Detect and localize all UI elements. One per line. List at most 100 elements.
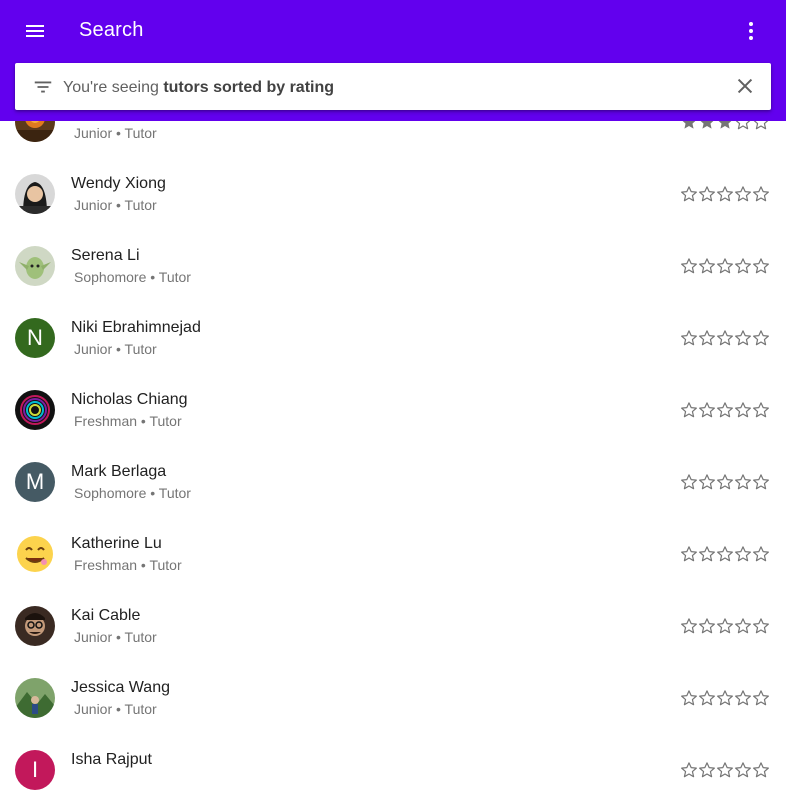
tutor-subtitle: Junior • Tutor: [74, 629, 157, 645]
star-outline-icon: [752, 401, 770, 419]
star-outline-icon: [752, 185, 770, 203]
search-status-prefix: You're seeing: [63, 79, 164, 96]
star-outline-icon: [680, 689, 698, 707]
star-outline-icon: [680, 185, 698, 203]
tutor-row[interactable]: Jessica Wang Junior • Tutor: [0, 662, 786, 734]
star-outline-icon: [716, 473, 734, 491]
filter-list-icon[interactable]: [32, 76, 54, 98]
star-outline-icon: [698, 257, 716, 275]
star-outline-icon: [734, 185, 752, 203]
avatar: [15, 678, 55, 718]
star-outline-icon: [698, 761, 716, 779]
rating-stars: [680, 545, 770, 563]
avatar: [15, 390, 55, 430]
tutor-row[interactable]: Katherine Lu Freshman • Tutor: [0, 518, 786, 590]
tutor-subtitle: Junior • Tutor: [74, 701, 157, 717]
rating-stars: [680, 185, 770, 203]
star-outline-icon: [752, 617, 770, 635]
tutor-subtitle: Junior • Tutor: [74, 125, 157, 141]
star-outline-icon: [698, 473, 716, 491]
rating-stars: [680, 257, 770, 275]
star-outline-icon: [752, 257, 770, 275]
avatar: [15, 174, 55, 214]
star-outline-icon: [698, 185, 716, 203]
search-query: tutors sorted by rating: [163, 79, 335, 96]
avatar: M: [15, 462, 55, 502]
menu-icon[interactable]: [23, 19, 47, 43]
star-outline-icon: [698, 617, 716, 635]
search-status-bar: You're seeing tutors sorted by rating: [15, 63, 771, 110]
tutor-name: Isha Rajput: [71, 751, 152, 768]
tutor-name: Wendy Xiong: [71, 175, 166, 192]
star-outline-icon: [680, 329, 698, 347]
avatar-initial: I: [31, 757, 39, 782]
more-vert-icon[interactable]: [739, 19, 763, 43]
avatar: [15, 606, 55, 646]
rating-stars: [680, 761, 770, 779]
star-outline-icon: [734, 761, 752, 779]
search-status-text: You're seeing tutors sorted by rating: [63, 79, 334, 97]
star-outline-icon: [698, 545, 716, 563]
star-outline-icon: [716, 761, 734, 779]
tutor-row[interactable]: Kai Cable Junior • Tutor: [0, 590, 786, 662]
star-outline-icon: [716, 617, 734, 635]
avatar: [15, 534, 55, 574]
star-outline-icon: [734, 401, 752, 419]
tutor-list: Junior • Tutor Wendy Xiong Junior • Tutor S…: [0, 86, 786, 806]
star-outline-icon: [734, 329, 752, 347]
tutor-name: Katherine Lu: [71, 535, 162, 552]
tutor-name: Kai Cable: [71, 607, 141, 624]
tutor-row[interactable]: Wendy Xiong Junior • Tutor: [0, 158, 786, 230]
avatar: N: [15, 318, 55, 358]
star-outline-icon: [716, 401, 734, 419]
page-title: Search: [79, 19, 144, 41]
tutor-name: Niki Ebrahimnejad: [71, 319, 201, 336]
star-outline-icon: [734, 689, 752, 707]
star-outline-icon: [734, 473, 752, 491]
star-outline-icon: [716, 689, 734, 707]
tutor-subtitle: Sophomore • Tutor: [74, 485, 191, 501]
tutor-name: Jessica Wang: [71, 679, 170, 696]
tutor-row[interactable]: Serena Li Sophomore • Tutor: [0, 230, 786, 302]
tutor-subtitle: Sophomore • Tutor: [74, 269, 191, 285]
tutor-name: Nicholas Chiang: [71, 391, 188, 408]
avatar-initial: N: [27, 325, 43, 350]
star-outline-icon: [680, 545, 698, 563]
avatar-initial: M: [25, 469, 45, 494]
rating-stars: [680, 689, 770, 707]
star-outline-icon: [752, 545, 770, 563]
star-outline-icon: [698, 329, 716, 347]
rating-stars: [680, 617, 770, 635]
tutor-row[interactable]: N Niki Ebrahimnejad Junior • Tutor: [0, 302, 786, 374]
star-outline-icon: [752, 329, 770, 347]
star-outline-icon: [716, 545, 734, 563]
tutor-name: Serena Li: [71, 247, 140, 264]
star-outline-icon: [680, 617, 698, 635]
star-outline-icon: [734, 545, 752, 563]
tutor-subtitle: Freshman • Tutor: [74, 413, 182, 429]
tutor-subtitle: Junior • Tutor: [74, 341, 157, 357]
rating-stars: [680, 401, 770, 419]
star-outline-icon: [716, 329, 734, 347]
star-outline-icon: [752, 473, 770, 491]
avatar: I: [15, 750, 55, 790]
star-outline-icon: [752, 689, 770, 707]
star-outline-icon: [734, 257, 752, 275]
tutor-name: Mark Berlaga: [71, 463, 167, 480]
close-icon[interactable]: [734, 75, 756, 97]
avatar: [15, 246, 55, 286]
star-outline-icon: [680, 257, 698, 275]
star-outline-icon: [698, 689, 716, 707]
star-outline-icon: [716, 257, 734, 275]
star-outline-icon: [698, 401, 716, 419]
rating-stars: [680, 473, 770, 491]
tutor-subtitle: Freshman • Tutor: [74, 557, 182, 573]
star-outline-icon: [680, 401, 698, 419]
tutor-row[interactable]: Nicholas Chiang Freshman • Tutor: [0, 374, 786, 446]
star-outline-icon: [734, 617, 752, 635]
star-outline-icon: [680, 473, 698, 491]
tutor-row[interactable]: I Isha Rajput: [0, 734, 786, 806]
star-outline-icon: [752, 761, 770, 779]
tutor-subtitle: Junior • Tutor: [74, 197, 157, 213]
tutor-row[interactable]: M Mark Berlaga Sophomore • Tutor: [0, 446, 786, 518]
